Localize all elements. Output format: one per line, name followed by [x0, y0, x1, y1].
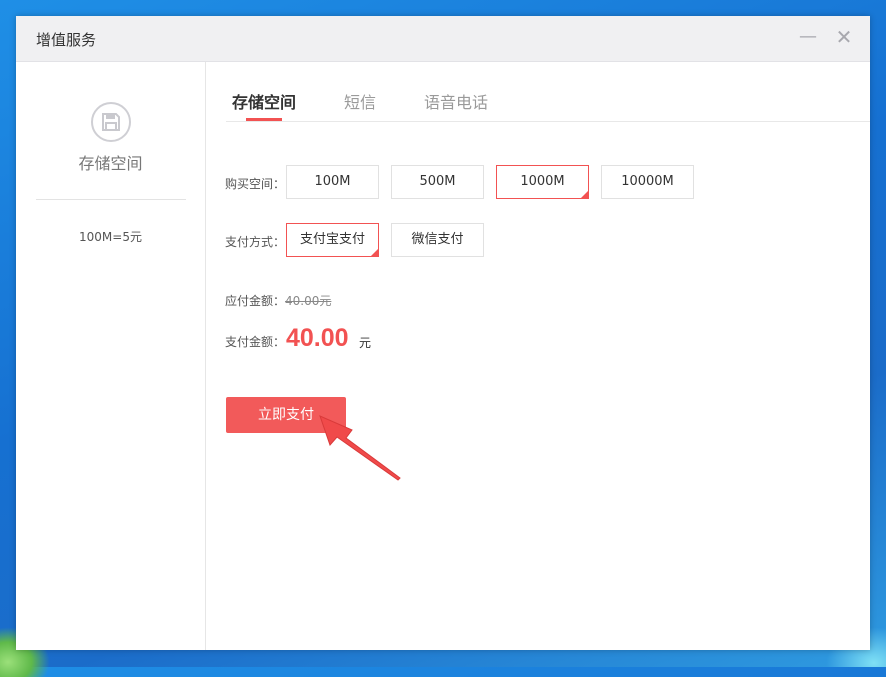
pay-amount-value: 40.00	[286, 324, 349, 352]
payment-method-label: 支付方式：	[225, 235, 286, 249]
title-bar: 增值服务 — ✕	[16, 16, 870, 62]
close-icon[interactable]: ✕	[834, 27, 854, 47]
amount-due-row: 应付金额：40.00元	[225, 292, 331, 309]
tab-sms[interactable]: 短信	[344, 89, 376, 113]
window-title: 增值服务	[36, 31, 97, 49]
payment-option-alipay-label: 支付宝支付	[299, 232, 365, 247]
tab-storage[interactable]: 存储空间	[232, 89, 296, 113]
main-panel: 存储空间 短信 语音电话 购买空间： 100M 500M 1000M 10000…	[206, 62, 870, 650]
tab-voice-call[interactable]: 语音电话	[424, 89, 488, 113]
sidebar: 存储空间 100M=5元	[16, 62, 206, 650]
selected-corner-marker	[580, 190, 589, 199]
amount-due-value: 40.00元	[285, 294, 332, 308]
amount-due-label: 应付金额：	[225, 294, 286, 308]
minimize-icon[interactable]: —	[798, 27, 818, 47]
floppy-disk-icon	[91, 102, 131, 142]
purchase-space-label: 购买空间：	[225, 177, 286, 191]
pay-now-button[interactable]: 立即支付	[226, 397, 346, 433]
tab-bar	[226, 62, 870, 122]
active-tab-indicator	[246, 118, 282, 121]
value-added-service-window: 增值服务 — ✕ 存储空间 100M=5元 存储空间 短信 语音电话 购买空间：…	[16, 16, 870, 650]
payment-option-alipay[interactable]: 支付宝支付	[286, 223, 379, 257]
price-note: 100M=5元	[79, 230, 142, 244]
sidebar-divider	[36, 199, 186, 200]
sidebar-item-storage[interactable]: 存储空间	[16, 150, 205, 174]
payment-option-wechat[interactable]: 微信支付	[391, 223, 484, 257]
space-option-500m[interactable]: 500M	[391, 165, 484, 199]
space-option-1000m[interactable]: 1000M	[496, 165, 589, 199]
pay-amount-label: 支付金额：	[225, 335, 286, 349]
space-option-100m[interactable]: 100M	[286, 165, 379, 199]
pay-amount-unit: 元	[359, 336, 372, 350]
selected-corner-marker	[370, 248, 379, 257]
space-option-10000m[interactable]: 10000M	[601, 165, 694, 199]
space-option-1000m-label: 1000M	[520, 174, 565, 189]
